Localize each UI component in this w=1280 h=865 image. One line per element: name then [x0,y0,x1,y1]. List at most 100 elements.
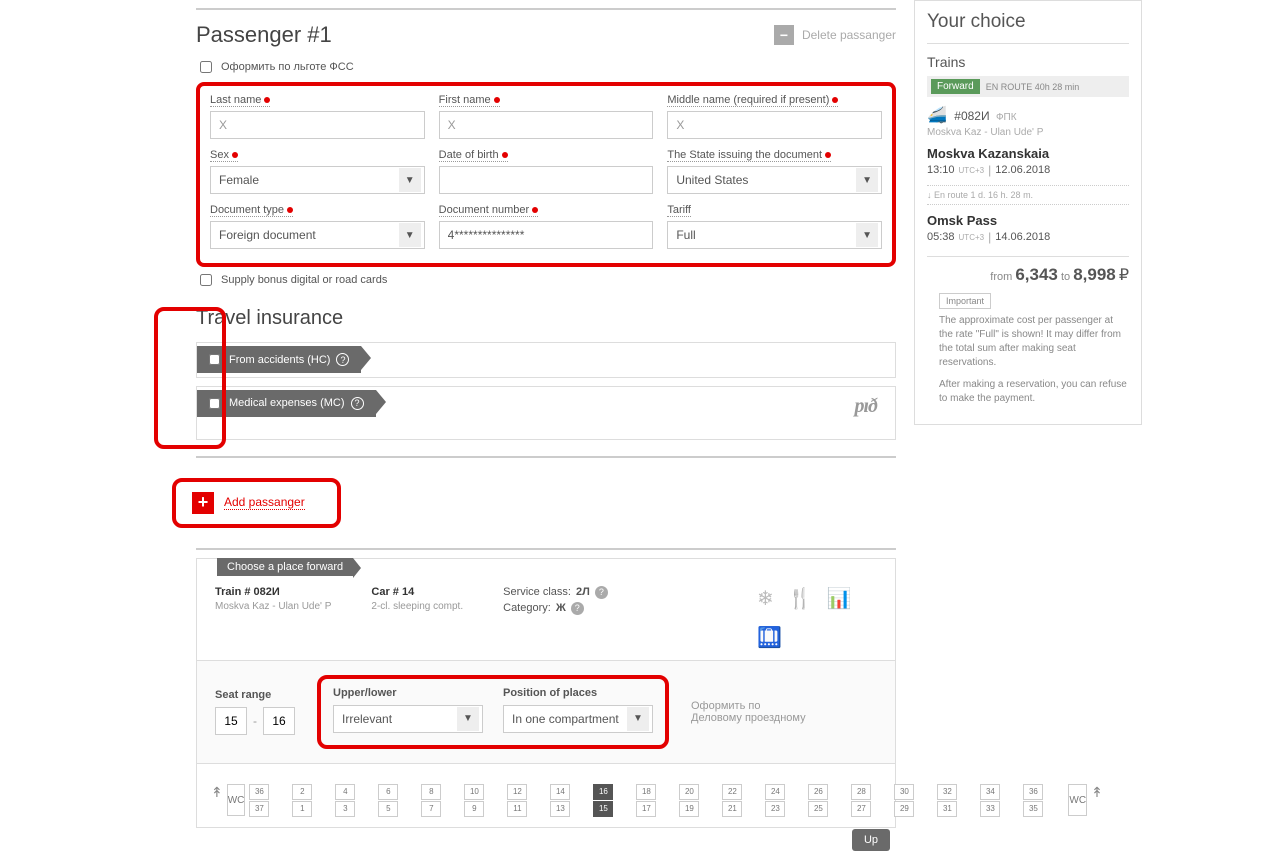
help-icon[interactable]: ? [571,602,584,615]
seat[interactable]: 2 [292,784,312,800]
seat[interactable]: 12 [507,784,527,800]
seat[interactable]: 34 [980,784,1000,800]
seat[interactable]: 25 [808,801,828,817]
wc-label: WC [227,784,246,816]
seat[interactable]: 22 [722,784,742,800]
position-label: Position of places [503,687,653,699]
seat[interactable]: 10 [464,784,484,800]
enroute-badge: EN ROUTE 40h 28 min [986,82,1080,92]
car-class: 2-cl. sleeping compt. [371,601,463,612]
first-name-input[interactable] [439,111,654,139]
tariff-label: Tariff [667,204,691,217]
help-icon[interactable]: ? [351,397,364,410]
doctype-label: Document type [210,204,293,217]
help-icon[interactable]: ? [595,586,608,599]
delete-label: Delete passanger [802,28,896,42]
business-ticket-text: Оформить по Деловому проездному [691,700,811,724]
seat[interactable]: 28 [851,784,871,800]
bonus-checkbox[interactable] [200,274,212,286]
seat[interactable]: 33 [980,801,1000,817]
seat[interactable]: 8 [421,784,441,800]
seat[interactable]: 4 [335,784,355,800]
ac-icon: ❄ [757,586,774,611]
seat[interactable]: 32 [937,784,957,800]
seat[interactable]: 26 [808,784,828,800]
state-label: The State issuing the document [667,149,831,162]
upper-lower-select[interactable]: Irrelevant ▼ [333,705,483,733]
seat[interactable]: 18 [636,784,656,800]
last-name-label: Last name [210,94,270,107]
middle-name-input[interactable] [667,111,882,139]
price-range: from 6,343 to 8,998 ₽ [927,256,1129,285]
rzd-logo: pıð [854,395,877,418]
car-seat-map: ↟ WC 36372143658710912111413161518172019… [197,764,895,827]
choice-route: Moskva Kaz - Ulan Ude' P [927,127,1129,138]
tariff-select[interactable]: Full ▼ [667,221,882,249]
seat[interactable]: 23 [765,801,785,817]
last-name-input[interactable] [210,111,425,139]
docnum-input[interactable] [439,221,654,249]
trains-label: Trains [927,43,1129,70]
seat[interactable]: 11 [507,801,527,817]
seat[interactable]: 1 [292,801,312,817]
state-select[interactable]: United States ▼ [667,166,882,194]
seat[interactable]: 7 [421,801,441,817]
dep-station: Moskva Kazanskaia [927,146,1129,161]
seat[interactable]: 31 [937,801,957,817]
car-number: Car # 14 [371,586,463,598]
price-note-1: The approximate cost per passenger at th… [939,314,1129,370]
delete-passenger[interactable]: − Delete passanger [774,25,896,45]
position-select[interactable]: In one compartment ▼ [503,705,653,733]
price-note-2: After making a reservation, you can refu… [939,378,1129,406]
seat[interactable]: 27 [851,801,871,817]
choice-train-company: ФПК [996,112,1017,123]
seat[interactable]: 35 [1023,801,1043,817]
add-passenger-label: Add passanger [224,495,305,510]
your-choice-title: Your choice [927,11,1129,33]
passenger-form-highlight: Last name First name Middle name (requir… [196,82,896,267]
insurance-medical-label: Medical expenses (MC) [229,397,345,409]
up-button[interactable]: Up [852,829,890,851]
dob-input[interactable] [439,166,654,194]
train-icon: 🚄 [927,107,947,124]
seat[interactable]: 19 [679,801,699,817]
seat[interactable]: 36 [1023,784,1043,800]
sex-label: Sex [210,149,238,162]
seat[interactable]: 3 [335,801,355,817]
bonus-label: Supply bonus digital or road cards [221,274,387,286]
seat[interactable]: 24 [765,784,785,800]
seat[interactable]: 9 [464,801,484,817]
train-number: Train # 082И [215,586,331,598]
plus-icon: + [192,492,214,514]
fss-checkbox[interactable] [200,61,212,73]
first-name-label: First name [439,94,500,107]
seat[interactable]: 20 [679,784,699,800]
seat-to-input[interactable] [263,707,295,735]
middle-name-label: Middle name (required if present) [667,94,838,107]
seat[interactable]: 13 [550,801,570,817]
docnum-label: Document number [439,204,539,217]
place-chooser-panel: Choose a place forward Train # 082И Mosk… [196,558,896,828]
seat[interactable]: 30 [894,784,914,800]
seat[interactable]: 16 [593,784,613,800]
seat-range-label: Seat range [215,689,295,701]
seat[interactable]: 15 [593,801,613,817]
seat[interactable]: 21 [722,801,742,817]
insurance-highlight [154,307,226,449]
seat[interactable]: 36 [249,784,269,800]
sex-select[interactable]: Female ▼ [210,166,425,194]
seat[interactable]: 37 [249,801,269,817]
add-passenger-button[interactable]: + Add passanger [172,478,341,528]
seat[interactable]: 5 [378,801,398,817]
seat[interactable]: 6 [378,784,398,800]
seat[interactable]: 14 [550,784,570,800]
doctype-select[interactable]: Foreign document ▼ [210,221,425,249]
insurance-option-accidents: From accidents (HC) ? [196,342,896,378]
insurance-title: Travel insurance [196,307,896,330]
seat[interactable]: 17 [636,801,656,817]
seat[interactable]: 29 [894,801,914,817]
seat-options-highlight: Upper/lower Irrelevant ▼ Position of pla… [317,675,669,749]
help-icon[interactable]: ? [336,353,349,366]
seat-from-input[interactable] [215,707,247,735]
arr-station: Omsk Pass [927,213,1129,228]
